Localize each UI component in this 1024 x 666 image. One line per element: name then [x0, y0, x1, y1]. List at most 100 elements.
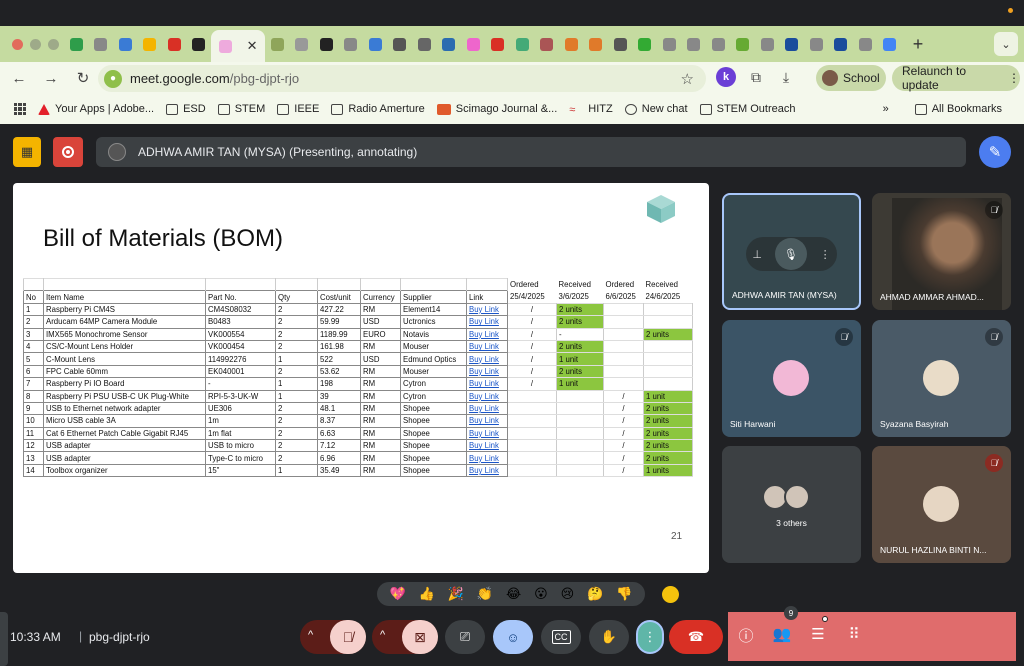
buy-link[interactable]: Buy Link [466, 364, 508, 379]
extensions-puzzle-icon[interactable]: ⧉ [746, 69, 766, 86]
participant-tile[interactable]: 🎙̸ Syazana Basyirah [872, 320, 1011, 437]
tab[interactable] [412, 31, 437, 57]
buy-link[interactable]: Buy Link [466, 315, 508, 329]
buy-link[interactable]: Buy Link [466, 401, 508, 416]
tab[interactable] [486, 31, 511, 57]
all-bookmarks-button[interactable]: All Bookmarks [914, 103, 1002, 115]
people-button[interactable]: 👥 [772, 625, 792, 643]
panel-toggle-handle[interactable] [0, 612, 8, 666]
activities-button[interactable]: ⠿ [844, 625, 864, 643]
tab[interactable] [829, 31, 854, 57]
participant-tile[interactable]: 🎙̸ Siti Harwani [722, 320, 861, 437]
tab[interactable] [314, 31, 339, 57]
extension-k-icon[interactable]: k [716, 67, 736, 87]
more-vertical-icon[interactable]: ⋮ [820, 248, 831, 261]
bookmark-item[interactable]: ≈ HITZ [569, 103, 612, 116]
tab[interactable] [89, 31, 114, 57]
minimize-window-button[interactable] [30, 38, 41, 50]
others-tile[interactable]: 3 others [722, 446, 861, 563]
buy-link[interactable]: Buy Link [466, 339, 508, 354]
leave-call-button[interactable]: ☎ [669, 620, 723, 654]
tab[interactable] [64, 31, 89, 57]
tab[interactable] [187, 31, 212, 57]
buy-link[interactable]: Buy Link [466, 451, 508, 465]
pin-icon[interactable]: ⊥ [752, 248, 762, 261]
bookmark-item[interactable]: Scimago Journal &... [436, 103, 557, 115]
sparkling-heart-icon[interactable]: 💖 [389, 586, 405, 602]
tab[interactable] [804, 31, 829, 57]
sad-face-icon[interactable]: 😢 [561, 586, 575, 602]
more-options-button[interactable]: ⋮ [636, 620, 664, 654]
bookmark-item[interactable]: ESD [166, 103, 206, 115]
tab[interactable] [363, 31, 388, 57]
annotate-button[interactable]: ✎ [979, 136, 1011, 168]
laughing-face-icon[interactable]: 😂 [506, 586, 521, 602]
thumbs-up-icon[interactable]: 👍 [419, 586, 435, 602]
bookmark-item[interactable]: IEEE [277, 103, 319, 115]
chat-button[interactable]: ☰ [808, 625, 828, 643]
surprised-face-icon[interactable]: 😮 [534, 586, 548, 602]
tab[interactable] [878, 31, 903, 57]
address-bar[interactable]: ● meet.google.com/pbg-djpt-rjo ☆ [98, 65, 706, 92]
participant-tile[interactable]: 🎙̸ NURUL HAZLINA BINTI N... [872, 446, 1011, 563]
buy-link[interactable]: Buy Link [466, 377, 508, 391]
new-tab-button[interactable]: + [908, 34, 928, 55]
raise-hand-button[interactable]: ✋ [589, 620, 629, 654]
tab-active[interactable]: ✕ [211, 30, 265, 62]
participant-tile[interactable]: 🎙̸ AHMAD AMMAR AHMAD... [872, 193, 1011, 310]
tab[interactable] [265, 31, 290, 57]
clapping-hands-icon[interactable]: 👏 [477, 586, 493, 602]
present-screen-button[interactable]: ⎚ [445, 620, 485, 654]
download-icon[interactable]: ⤓ [776, 69, 796, 86]
tab[interactable] [608, 31, 633, 57]
tab-search-button[interactable]: ⌄ [994, 32, 1018, 56]
tab[interactable] [510, 31, 535, 57]
mic-options-button[interactable]: ^ [308, 629, 313, 641]
participant-tile[interactable]: ⊥ 🎙 ⋮ ADHWA AMIR TAN (MYSA) [722, 193, 861, 310]
recording-indicator[interactable] [53, 137, 83, 167]
buy-link[interactable]: Buy Link [466, 439, 508, 453]
bookmark-star-icon[interactable]: ☆ [681, 70, 694, 88]
tab[interactable] [290, 31, 315, 57]
bookmark-item[interactable]: STEM Outreach [699, 103, 795, 115]
reactions-button[interactable]: ☺ [493, 620, 533, 654]
tab[interactable] [535, 31, 560, 57]
tab[interactable] [461, 31, 486, 57]
tab[interactable] [138, 31, 163, 57]
reload-button[interactable]: ↻ [70, 69, 96, 87]
close-window-button[interactable] [12, 38, 23, 50]
buy-link[interactable]: Buy Link [466, 327, 508, 341]
tab[interactable] [853, 31, 878, 57]
bookmarks-overflow-button[interactable]: » [883, 103, 889, 115]
relaunch-to-update-button[interactable]: Relaunch to update ⋮ [892, 64, 1020, 92]
captions-button[interactable]: CC [541, 620, 581, 654]
tab[interactable] [682, 31, 707, 57]
tab[interactable] [584, 31, 609, 57]
thumbs-down-icon[interactable]: 👎 [616, 586, 632, 602]
party-popper-icon[interactable]: 🎉 [448, 586, 464, 602]
bookmark-item[interactable] [14, 103, 26, 115]
tab[interactable] [633, 31, 658, 57]
buy-link[interactable]: Buy Link [466, 414, 508, 428]
buy-link[interactable]: Buy Link [466, 352, 508, 366]
forward-button[interactable]: → [38, 70, 64, 87]
close-tab-icon[interactable]: ✕ [247, 38, 258, 54]
skin-tone-picker-button[interactable] [662, 586, 679, 603]
tab[interactable] [780, 31, 805, 57]
camera-options-button[interactable]: ^ [380, 629, 385, 641]
bookmark-item[interactable]: Your Apps | Adobe... [38, 103, 154, 115]
tab[interactable] [162, 31, 187, 57]
bookmark-item[interactable]: STEM [217, 103, 265, 115]
tab[interactable] [388, 31, 413, 57]
tab[interactable] [559, 31, 584, 57]
bookmark-item[interactable]: New chat [624, 103, 688, 115]
mic-toggle-button[interactable]: 🎙̸ [330, 620, 366, 654]
maximize-window-button[interactable] [48, 38, 59, 50]
meeting-details-button[interactable]: ⓘ [736, 625, 756, 646]
tab[interactable] [755, 31, 780, 57]
buy-link[interactable]: Buy Link [466, 389, 508, 403]
tab[interactable] [113, 31, 138, 57]
tab[interactable] [437, 31, 462, 57]
buy-link[interactable]: Buy Link [466, 463, 508, 478]
back-button[interactable]: ← [6, 70, 32, 87]
